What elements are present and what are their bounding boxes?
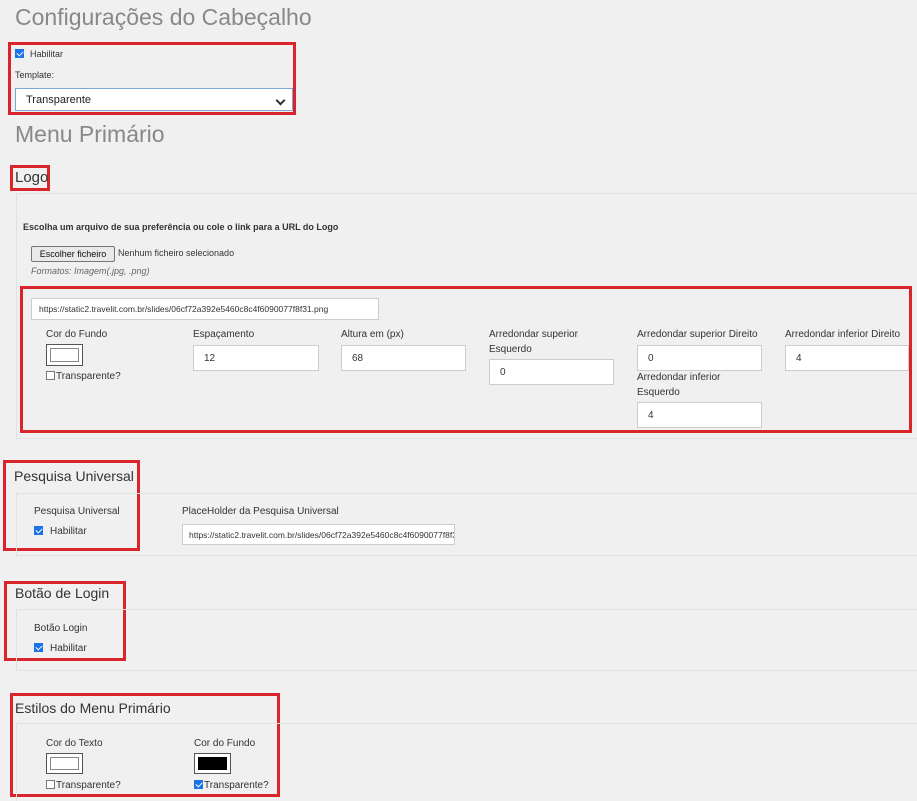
menu-bg-color-picker[interactable] (194, 753, 231, 774)
logo-bg-color-picker[interactable] (46, 344, 83, 366)
height-input[interactable]: 68 (341, 345, 466, 371)
placeholder-input[interactable]: https://static2.travelit.com.br/slides/0… (182, 524, 455, 545)
menu-bg-transparent-label: Transparente? (204, 780, 269, 791)
page-title: Configurações do Cabeçalho (15, 4, 312, 30)
login-enable-checkbox[interactable] (34, 643, 43, 652)
placeholder-label: PlaceHolder da Pesquisa Universal (182, 506, 339, 517)
spacing-input[interactable]: 12 (193, 345, 319, 371)
round-top-left-label-line1: Arredondar superior (489, 329, 578, 340)
text-color-label: Cor do Texto (46, 738, 103, 749)
template-select[interactable]: Transparente (15, 88, 293, 111)
formats-hint: Formatos: Imagem(.jpg, .png) (31, 266, 150, 276)
color-swatch (50, 757, 79, 770)
round-top-right-input[interactable]: 0 (637, 345, 762, 371)
logo-instructions: Escolha um arquivo de sua preferência ou… (23, 222, 339, 232)
enable-header-label: Habilitar (30, 49, 64, 59)
round-top-left-label: Arredondar superior Esquerdo (489, 327, 578, 357)
primary-menu-title: Menu Primário (15, 121, 165, 147)
chevron-down-icon (275, 95, 286, 106)
login-button-panel (16, 609, 917, 671)
template-label: Template: (15, 70, 55, 80)
height-label: Altura em (px) (341, 329, 404, 340)
login-button-field-label: Botão Login (34, 623, 88, 634)
menu-styles-panel (16, 723, 917, 801)
enable-header-checkbox[interactable] (15, 49, 24, 58)
round-bottom-right-label: Arredondar inferior Direito (785, 329, 901, 340)
round-top-left-input[interactable]: 0 (489, 359, 614, 385)
text-transparent-checkbox[interactable] (46, 780, 55, 789)
color-swatch (50, 348, 79, 362)
universal-search-title: Pesquisa Universal (14, 468, 134, 484)
round-top-right-label: Arredondar superior Direito (637, 329, 758, 340)
universal-search-panel (16, 493, 917, 556)
round-top-left-label-line2: Esquerdo (489, 344, 532, 355)
menu-bg-transparent-checkbox[interactable] (194, 780, 203, 789)
no-file-selected-text: Nenhum ficheiro selecionado (118, 248, 235, 258)
login-button-title: Botão de Login (15, 585, 110, 601)
universal-search-field-label: Pesquisa Universal (34, 506, 120, 517)
round-bottom-left-input[interactable]: 4 (637, 402, 762, 428)
spacing-label: Espaçamento (193, 329, 255, 340)
text-color-picker[interactable] (46, 753, 83, 774)
logo-transparent-label: Transparente? (56, 371, 121, 382)
logo-transparent-checkbox[interactable] (46, 371, 55, 380)
logo-section-title: Logo (15, 169, 49, 186)
universal-search-enable-checkbox[interactable] (34, 526, 43, 535)
choose-file-button[interactable]: Escolher ficheiro (31, 246, 115, 262)
logo-bg-color-label: Cor do Fundo (46, 329, 108, 340)
round-bottom-left-label-line2: Esquerdo (637, 387, 680, 398)
round-bottom-left-label: Arredondar inferior Esquerdo (637, 370, 720, 400)
text-transparent-label: Transparente? (56, 780, 121, 791)
round-bottom-left-label-line1: Arredondar inferior (637, 372, 721, 383)
menu-bg-color-label: Cor do Fundo (194, 738, 256, 749)
universal-search-enable-label: Habilitar (50, 526, 87, 537)
menu-styles-title: Estilos do Menu Primário (15, 700, 171, 716)
logo-url-input[interactable]: https://static2.travelit.com.br/slides/0… (31, 298, 379, 320)
round-bottom-right-input[interactable]: 4 (785, 345, 909, 371)
color-swatch (198, 757, 227, 770)
template-select-value: Transparente (26, 93, 92, 106)
login-enable-label: Habilitar (50, 643, 87, 654)
